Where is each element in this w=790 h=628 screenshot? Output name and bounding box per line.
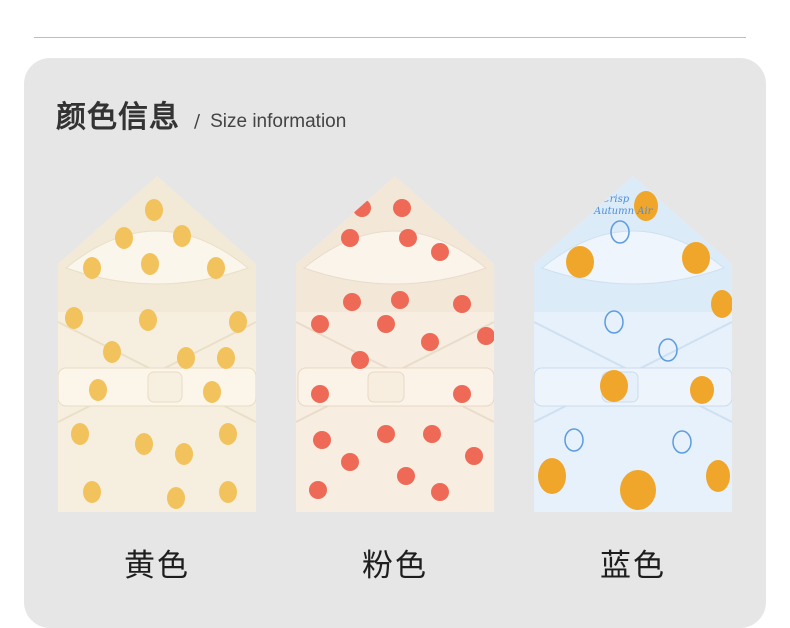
color-label-blue: 蓝色 [600, 548, 666, 584]
color-label-yellow: 黄色 [124, 548, 190, 584]
product-image-blue: Crisp Autumn Air [528, 172, 738, 520]
heading-title-cn: 颜色信息 [56, 100, 180, 135]
print-text-autumn-air: Autumn Air [593, 206, 654, 217]
swaddle-illustration [58, 176, 256, 512]
product-image-yellow [52, 172, 262, 520]
color-label-pink: 粉色 [362, 548, 428, 584]
heading-title-en: Size information [210, 111, 347, 132]
top-divider [34, 37, 746, 38]
heading-separator: / [194, 111, 201, 132]
print-text-crisp: Crisp [602, 194, 630, 205]
product-image-pink [290, 172, 500, 520]
section-heading: 颜色信息 / Size information [56, 92, 346, 136]
swaddle-illustration [296, 176, 494, 512]
swaddle-illustration: Crisp Autumn Air [534, 176, 732, 512]
